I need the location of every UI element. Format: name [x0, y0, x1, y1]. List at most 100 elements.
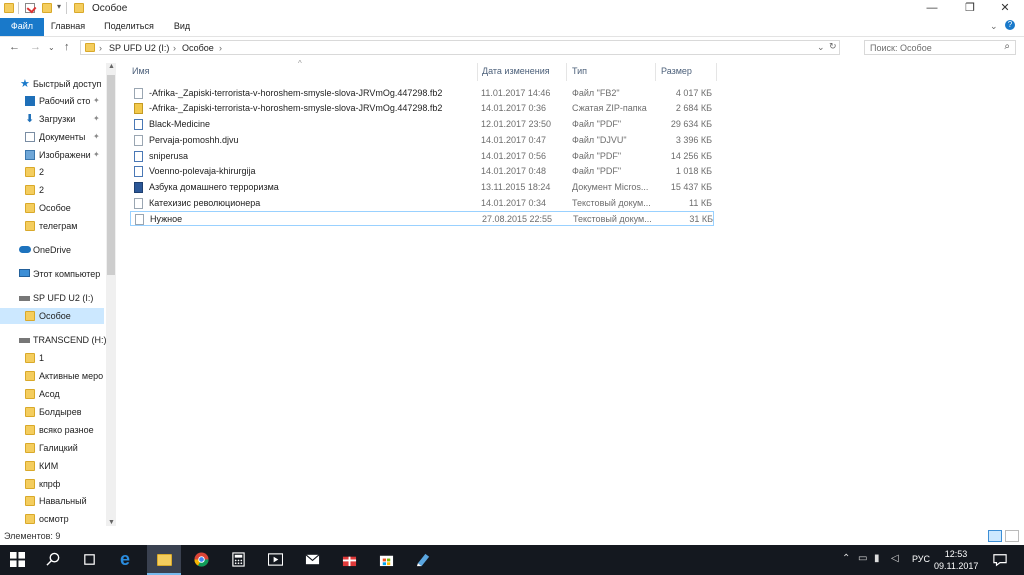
sidebar-item-downloads[interactable]: ⬇ Загрузки ✦ — [0, 111, 104, 127]
sidebar-item-telegram[interactable]: телеграм — [0, 218, 104, 234]
column-header-name[interactable]: Имя — [132, 66, 150, 76]
taskbar-store[interactable] — [369, 545, 403, 575]
start-button[interactable] — [0, 545, 34, 575]
large-icons-view-icon[interactable] — [1005, 530, 1019, 542]
search-input[interactable]: Поиск: Особое ⌕ — [864, 40, 1016, 55]
input-language[interactable]: РУС — [912, 554, 930, 564]
sidebar-item-folder[interactable]: Галицкий — [0, 440, 104, 456]
back-button[interactable]: ← — [9, 41, 20, 53]
file-row[interactable]: Voenno-polevaja-khirurgija 14.01.2017 0:… — [130, 164, 714, 179]
sidebar-item-folder[interactable]: Болдырев — [0, 404, 104, 420]
pin-icon[interactable]: ✦ — [93, 150, 100, 159]
sidebar-item-osoboe-selected[interactable]: Особое — [0, 308, 104, 324]
up-button[interactable]: ↑ — [64, 41, 70, 53]
address-dropdown-icon[interactable]: ⌄ — [817, 42, 825, 53]
details-view-icon[interactable] — [988, 530, 1002, 542]
taskbar-media[interactable] — [258, 545, 292, 575]
column-header-size[interactable]: Размер — [661, 66, 692, 76]
tab-home[interactable]: Главная — [46, 18, 90, 36]
file-row-focused[interactable]: Нужное 27.08.2015 22:55 Текстовый докум.… — [130, 211, 714, 226]
maximize-button[interactable]: ❐ — [953, 0, 987, 18]
recent-dropdown-icon[interactable]: ⌄ — [48, 43, 55, 52]
sidebar-item-folder[interactable]: 1 — [0, 350, 104, 366]
file-row[interactable]: sniperusa 14.01.2017 0:56 Файл "PDF" 14 … — [130, 149, 714, 164]
taskbar-calculator[interactable] — [221, 545, 255, 575]
file-row[interactable]: -Afrika-_Zapiski-terrorista-v-horoshem-s… — [130, 86, 714, 101]
sidebar-item-desktop[interactable]: Рабочий сто ✦ — [0, 93, 104, 109]
sidebar-item-folder[interactable]: Активные меро — [0, 368, 104, 384]
new-folder-icon[interactable] — [42, 3, 52, 13]
help-icon[interactable]: ? — [1005, 20, 1015, 30]
sidebar-scrollbar[interactable]: ▲ ▼ — [106, 63, 116, 526]
taskbar-gift[interactable] — [332, 545, 366, 575]
sidebar-item-folder[interactable]: КИМ — [0, 458, 104, 474]
taskbar-app[interactable] — [406, 545, 440, 575]
sidebar-item-folder-2b[interactable]: 2 — [0, 182, 104, 198]
taskbar-mail[interactable] — [295, 545, 329, 575]
sidebar-item-folder[interactable]: осмотр — [0, 511, 104, 527]
file-row[interactable]: Black-Medicine 12.01.2017 23:50 Файл "PD… — [130, 117, 714, 132]
search-icon[interactable]: ⌕ — [1004, 41, 1010, 52]
divider — [18, 2, 19, 14]
breadcrumb-separator[interactable]: › — [173, 43, 176, 53]
sidebar-item-folder[interactable]: Навальный — [0, 493, 104, 509]
breadcrumb-separator[interactable]: › — [219, 43, 222, 53]
tab-share[interactable]: Поделиться — [99, 18, 159, 36]
battery-icon[interactable]: ▮ — [874, 553, 880, 564]
taskbar-edge[interactable]: e — [110, 545, 144, 575]
sidebar-item-this-pc[interactable]: Этот компьютер — [0, 266, 104, 282]
chevron-up-icon[interactable]: ⌃ — [842, 553, 850, 564]
sidebar-item-quick-access[interactable]: ★ Быстрый доступ — [0, 76, 104, 92]
pin-icon[interactable]: ✦ — [93, 114, 100, 123]
column-header-type[interactable]: Тип — [572, 66, 587, 76]
sidebar-item-osoboe[interactable]: Особое — [0, 200, 104, 216]
sidebar-item-folder[interactable]: кпрф — [0, 476, 104, 492]
taskbar-chrome[interactable] — [184, 545, 218, 575]
sidebar-item-onedrive[interactable]: OneDrive — [0, 242, 104, 258]
forward-button[interactable]: → — [30, 41, 41, 53]
scroll-up-icon[interactable]: ▲ — [108, 63, 115, 70]
notification-icon[interactable]: ▭ — [858, 553, 867, 564]
breadcrumb-folder[interactable]: Особое — [182, 43, 214, 53]
column-separator[interactable] — [566, 63, 567, 81]
pin-icon[interactable]: ✦ — [93, 96, 100, 105]
file-row[interactable]: Pervaja-pomoshh.djvu 14.01.2017 0:47 Фай… — [130, 133, 714, 148]
sidebar-item-pictures[interactable]: Изображени ✦ — [0, 147, 104, 163]
file-row[interactable]: -Afrika-_Zapiski-terrorista-v-horoshem-s… — [130, 101, 714, 116]
scroll-thumb[interactable] — [107, 75, 115, 275]
scroll-down-icon[interactable]: ▼ — [108, 519, 115, 526]
task-view-button[interactable] — [72, 545, 106, 575]
column-separator[interactable] — [655, 63, 656, 81]
speaker-icon[interactable]: ◁ — [891, 553, 899, 564]
sidebar-item-sp-ufd[interactable]: SP UFD U2 (I:) — [0, 290, 104, 306]
clock[interactable]: 12:53 09.11.2017 — [934, 548, 978, 572]
sidebar-item-folder[interactable]: всяко разное — [0, 422, 104, 438]
address-bar[interactable]: › SP UFD U2 (I:) › Особое › ⌄ ↻ — [80, 40, 840, 55]
search-button[interactable] — [36, 545, 70, 575]
close-button[interactable]: ✕ — [988, 0, 1022, 18]
column-header-date[interactable]: Дата изменения — [482, 66, 550, 76]
sidebar-item-folder-2[interactable]: 2 — [0, 164, 104, 180]
expand-ribbon-icon[interactable]: ⌄ — [990, 21, 998, 32]
properties-icon[interactable] — [25, 3, 37, 14]
file-row[interactable]: Катехизис революционера 14.01.2017 0:34 … — [130, 196, 714, 211]
pin-icon[interactable]: ✦ — [93, 132, 100, 141]
file-type: Текстовый докум... — [572, 198, 651, 208]
sidebar-item-folder[interactable]: Асод — [0, 386, 104, 402]
column-separator[interactable] — [716, 63, 717, 81]
column-separator[interactable] — [477, 63, 478, 81]
refresh-icon[interactable]: ↻ — [829, 41, 837, 52]
breadcrumb-separator[interactable]: › — [99, 43, 102, 53]
taskbar-file-explorer[interactable] — [147, 545, 181, 575]
sidebar-item-documents[interactable]: Документы ✦ — [0, 129, 104, 145]
action-center-icon[interactable] — [993, 553, 1007, 567]
file-size: 15 437 КБ — [670, 182, 712, 192]
breadcrumb-drive[interactable]: SP UFD U2 (I:) — [109, 43, 169, 53]
minimize-button[interactable]: — — [915, 0, 949, 18]
quick-access-dropdown-icon[interactable]: ▾ — [57, 2, 61, 11]
sidebar-item-label: Изображени — [39, 150, 91, 160]
tab-view[interactable]: Вид — [168, 18, 196, 36]
tab-file[interactable]: Файл — [0, 18, 44, 36]
file-row[interactable]: Азбука домашнего терроризма 13.11.2015 1… — [130, 180, 714, 195]
sidebar-item-transcend[interactable]: TRANSCEND (H:) — [0, 332, 107, 348]
